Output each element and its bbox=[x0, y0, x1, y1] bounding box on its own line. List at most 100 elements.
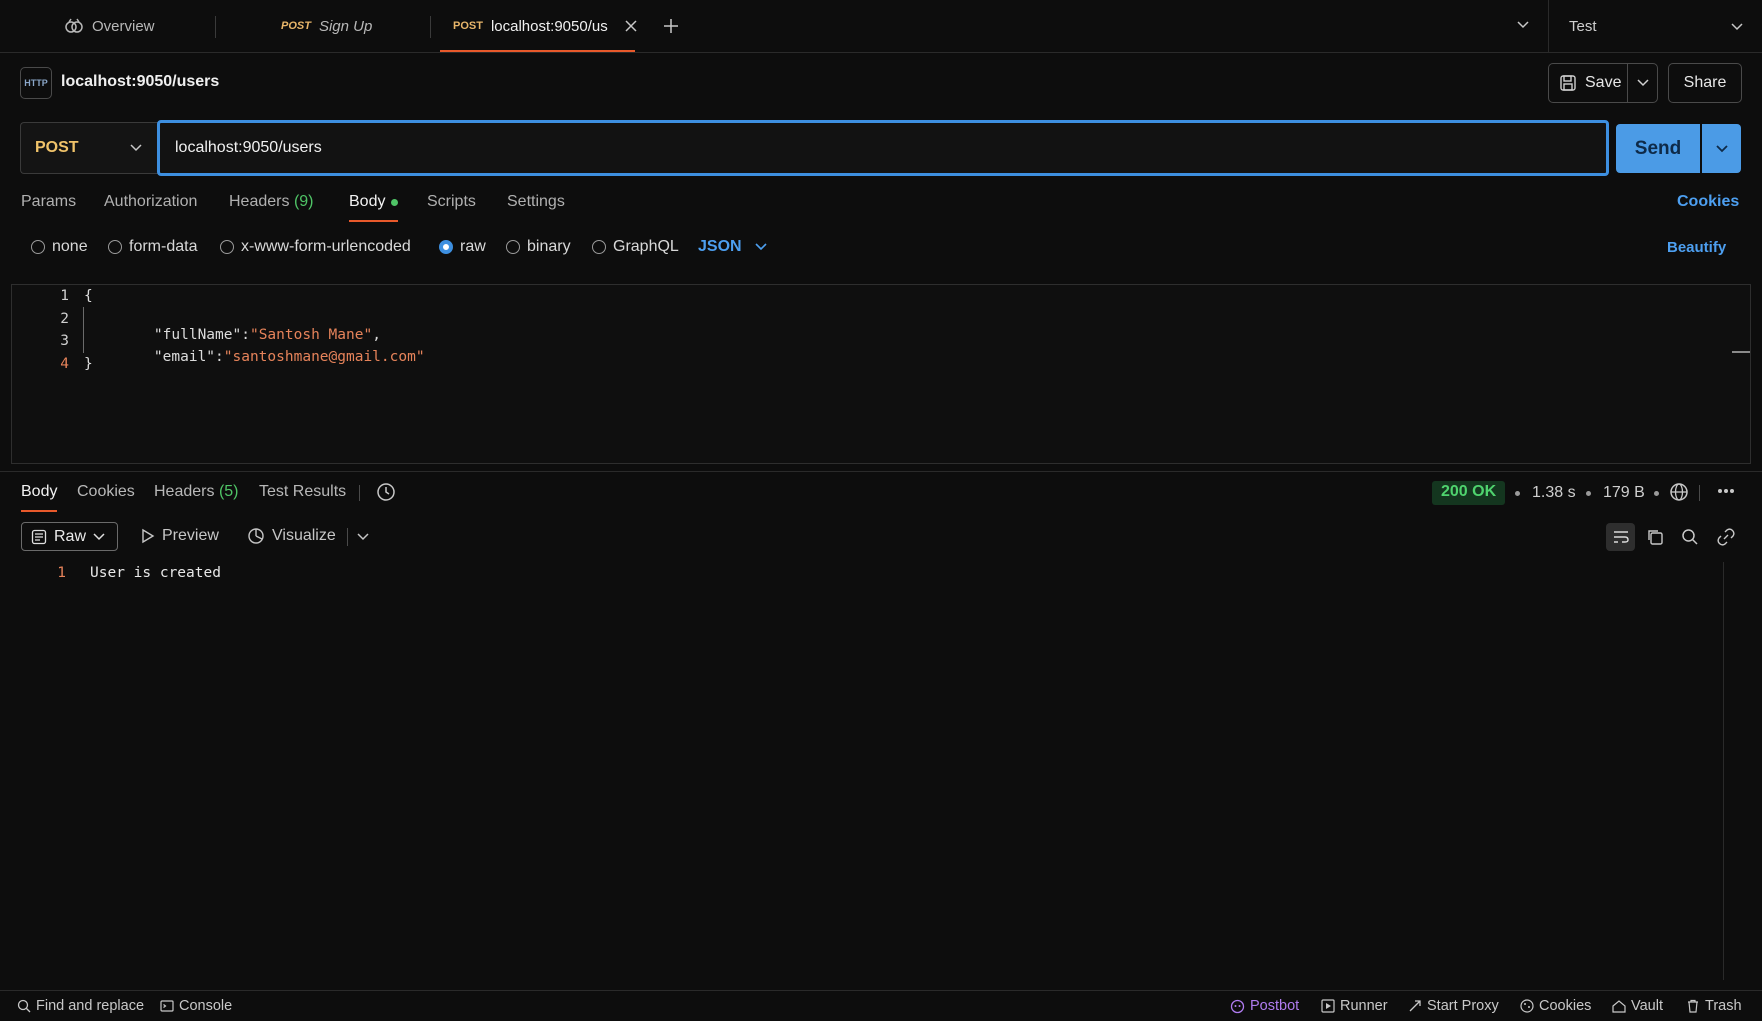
response-headers-count: (5) bbox=[218, 483, 239, 500]
body-mode-none-label: none bbox=[52, 238, 88, 255]
active-tab-indicator bbox=[440, 50, 635, 52]
send-button[interactable]: Send bbox=[1616, 124, 1700, 173]
runner-label: Runner bbox=[1340, 998, 1388, 1014]
body-mode-raw-label: raw bbox=[460, 238, 486, 255]
headers-count-badge: (9) bbox=[293, 193, 314, 210]
console-button[interactable]: Console bbox=[160, 998, 232, 1014]
save-options-button[interactable] bbox=[1627, 63, 1658, 103]
more-options-icon[interactable] bbox=[1717, 488, 1735, 494]
response-tab-test-results[interactable]: Test Results bbox=[259, 483, 346, 501]
status-badge[interactable]: 200 OK bbox=[1432, 481, 1506, 505]
body-mode-binary[interactable]: binary bbox=[506, 238, 571, 256]
find-and-replace-button[interactable]: Find and replace bbox=[17, 998, 144, 1014]
radio-graphql[interactable] bbox=[592, 240, 606, 254]
tab-body-label: Body bbox=[349, 193, 386, 210]
response-line-number: 1 bbox=[57, 565, 66, 581]
tab-params[interactable]: Params bbox=[21, 193, 76, 211]
body-mode-graphql-label: GraphQL bbox=[613, 238, 679, 255]
method-select[interactable]: POST bbox=[20, 122, 158, 174]
url-input[interactable]: localhost:9050/users bbox=[157, 120, 1609, 176]
search-icon[interactable] bbox=[1681, 528, 1699, 546]
response-body-text[interactable]: User is created bbox=[90, 565, 221, 581]
tab-active-request[interactable]: POST localhost:9050/us bbox=[453, 0, 609, 52]
vault-icon bbox=[1612, 999, 1626, 1013]
response-tab-body[interactable]: Body bbox=[21, 483, 57, 501]
vault-label: Vault bbox=[1631, 998, 1663, 1014]
http-request-icon: HTTP bbox=[20, 67, 52, 99]
tab-overview[interactable]: Overview bbox=[64, 0, 155, 52]
response-tab-headers[interactable]: Headers (5) bbox=[154, 483, 239, 501]
body-mode-binary-label: binary bbox=[527, 238, 571, 255]
start-proxy-button[interactable]: Start Proxy bbox=[1408, 998, 1499, 1014]
tab-body[interactable]: Body bbox=[349, 193, 399, 211]
editor-scrollbar[interactable] bbox=[1732, 351, 1750, 353]
cookies-link[interactable]: Cookies bbox=[1677, 193, 1739, 211]
json-value: "santoshmane@gmail.com" bbox=[223, 349, 425, 365]
preview-button[interactable]: Preview bbox=[141, 527, 219, 545]
meta-divider bbox=[1699, 485, 1700, 501]
trash-label: Trash bbox=[1705, 998, 1742, 1014]
radio-binary[interactable] bbox=[506, 240, 520, 254]
postbot-button[interactable]: Postbot bbox=[1230, 998, 1299, 1014]
response-size[interactable]: 179 B bbox=[1603, 484, 1645, 502]
close-tab-icon[interactable] bbox=[624, 19, 638, 33]
wrap-lines-icon[interactable] bbox=[1606, 523, 1635, 551]
cookie-icon bbox=[1520, 999, 1534, 1013]
tab-sign-up[interactable]: POST Sign Up bbox=[281, 0, 372, 52]
vault-button[interactable]: Vault bbox=[1612, 998, 1663, 1014]
copy-icon[interactable] bbox=[1646, 528, 1664, 546]
separator-dot bbox=[1586, 491, 1591, 496]
find-and-replace-label: Find and replace bbox=[36, 998, 145, 1014]
environment-label: Test bbox=[1569, 18, 1597, 35]
line-number: 2 bbox=[60, 311, 69, 327]
response-format-select[interactable]: Raw bbox=[21, 522, 118, 551]
console-icon bbox=[160, 999, 174, 1013]
save-icon bbox=[1559, 74, 1577, 92]
response-scrollbar[interactable] bbox=[1723, 562, 1724, 980]
history-icon[interactable] bbox=[376, 482, 396, 502]
view-divider bbox=[347, 528, 348, 546]
save-button[interactable]: Save bbox=[1548, 63, 1628, 103]
body-mode-graphql[interactable]: GraphQL bbox=[592, 238, 679, 256]
radio-none[interactable] bbox=[31, 240, 45, 254]
request-title[interactable]: localhost:9050/users bbox=[61, 73, 219, 91]
tab-authorization[interactable]: Authorization bbox=[104, 193, 197, 211]
request-body-editor[interactable]: 1 2 3 4 { "fullName":"Santosh Mane", "em… bbox=[11, 284, 1751, 464]
response-time[interactable]: 1.38 s bbox=[1532, 484, 1576, 502]
link-icon[interactable] bbox=[1717, 528, 1735, 546]
request-response-divider[interactable] bbox=[0, 471, 1762, 472]
cookies-label: Cookies bbox=[1539, 998, 1592, 1014]
save-label: Save bbox=[1585, 74, 1622, 91]
body-mode-raw[interactable]: raw bbox=[439, 238, 486, 256]
tab-settings[interactable]: Settings bbox=[507, 193, 565, 211]
radio-form-data[interactable] bbox=[108, 240, 122, 254]
response-tab-cookies[interactable]: Cookies bbox=[77, 483, 135, 501]
visualize-button[interactable]: Visualize bbox=[247, 527, 336, 545]
radio-raw[interactable] bbox=[439, 240, 453, 254]
tab-method: POST bbox=[453, 20, 483, 32]
cookies-button[interactable]: Cookies bbox=[1520, 998, 1591, 1014]
body-mode-urlencoded[interactable]: x-www-form-urlencoded bbox=[220, 238, 411, 256]
visualize-options-chevron-icon[interactable] bbox=[357, 533, 369, 541]
trash-button[interactable]: Trash bbox=[1686, 998, 1742, 1014]
body-mode-form-data[interactable]: form-data bbox=[108, 238, 197, 256]
tab-headers[interactable]: Headers (9) bbox=[229, 193, 314, 211]
environment-selector[interactable]: Test bbox=[1548, 0, 1762, 53]
send-options-button[interactable] bbox=[1702, 124, 1741, 173]
beautify-button[interactable]: Beautify bbox=[1667, 239, 1726, 256]
tab-bar: Overview POST Sign Up POST localhost:905… bbox=[0, 0, 1762, 53]
radio-urlencoded[interactable] bbox=[220, 240, 234, 254]
globe-icon[interactable] bbox=[1669, 482, 1689, 502]
new-tab-plus-icon[interactable] bbox=[662, 17, 680, 35]
runner-button[interactable]: Runner bbox=[1321, 998, 1388, 1014]
tab-scripts[interactable]: Scripts bbox=[427, 193, 476, 211]
trash-icon bbox=[1686, 999, 1700, 1013]
body-format-select[interactable]: JSON bbox=[698, 238, 767, 256]
share-button[interactable]: Share bbox=[1668, 63, 1742, 103]
json-key: "email" bbox=[153, 349, 216, 365]
separator-dot bbox=[1654, 491, 1659, 496]
indent-guide bbox=[83, 307, 84, 353]
share-label: Share bbox=[1683, 74, 1727, 91]
tabs-overflow-chevron-icon[interactable] bbox=[1516, 20, 1530, 30]
body-mode-none[interactable]: none bbox=[31, 238, 88, 256]
